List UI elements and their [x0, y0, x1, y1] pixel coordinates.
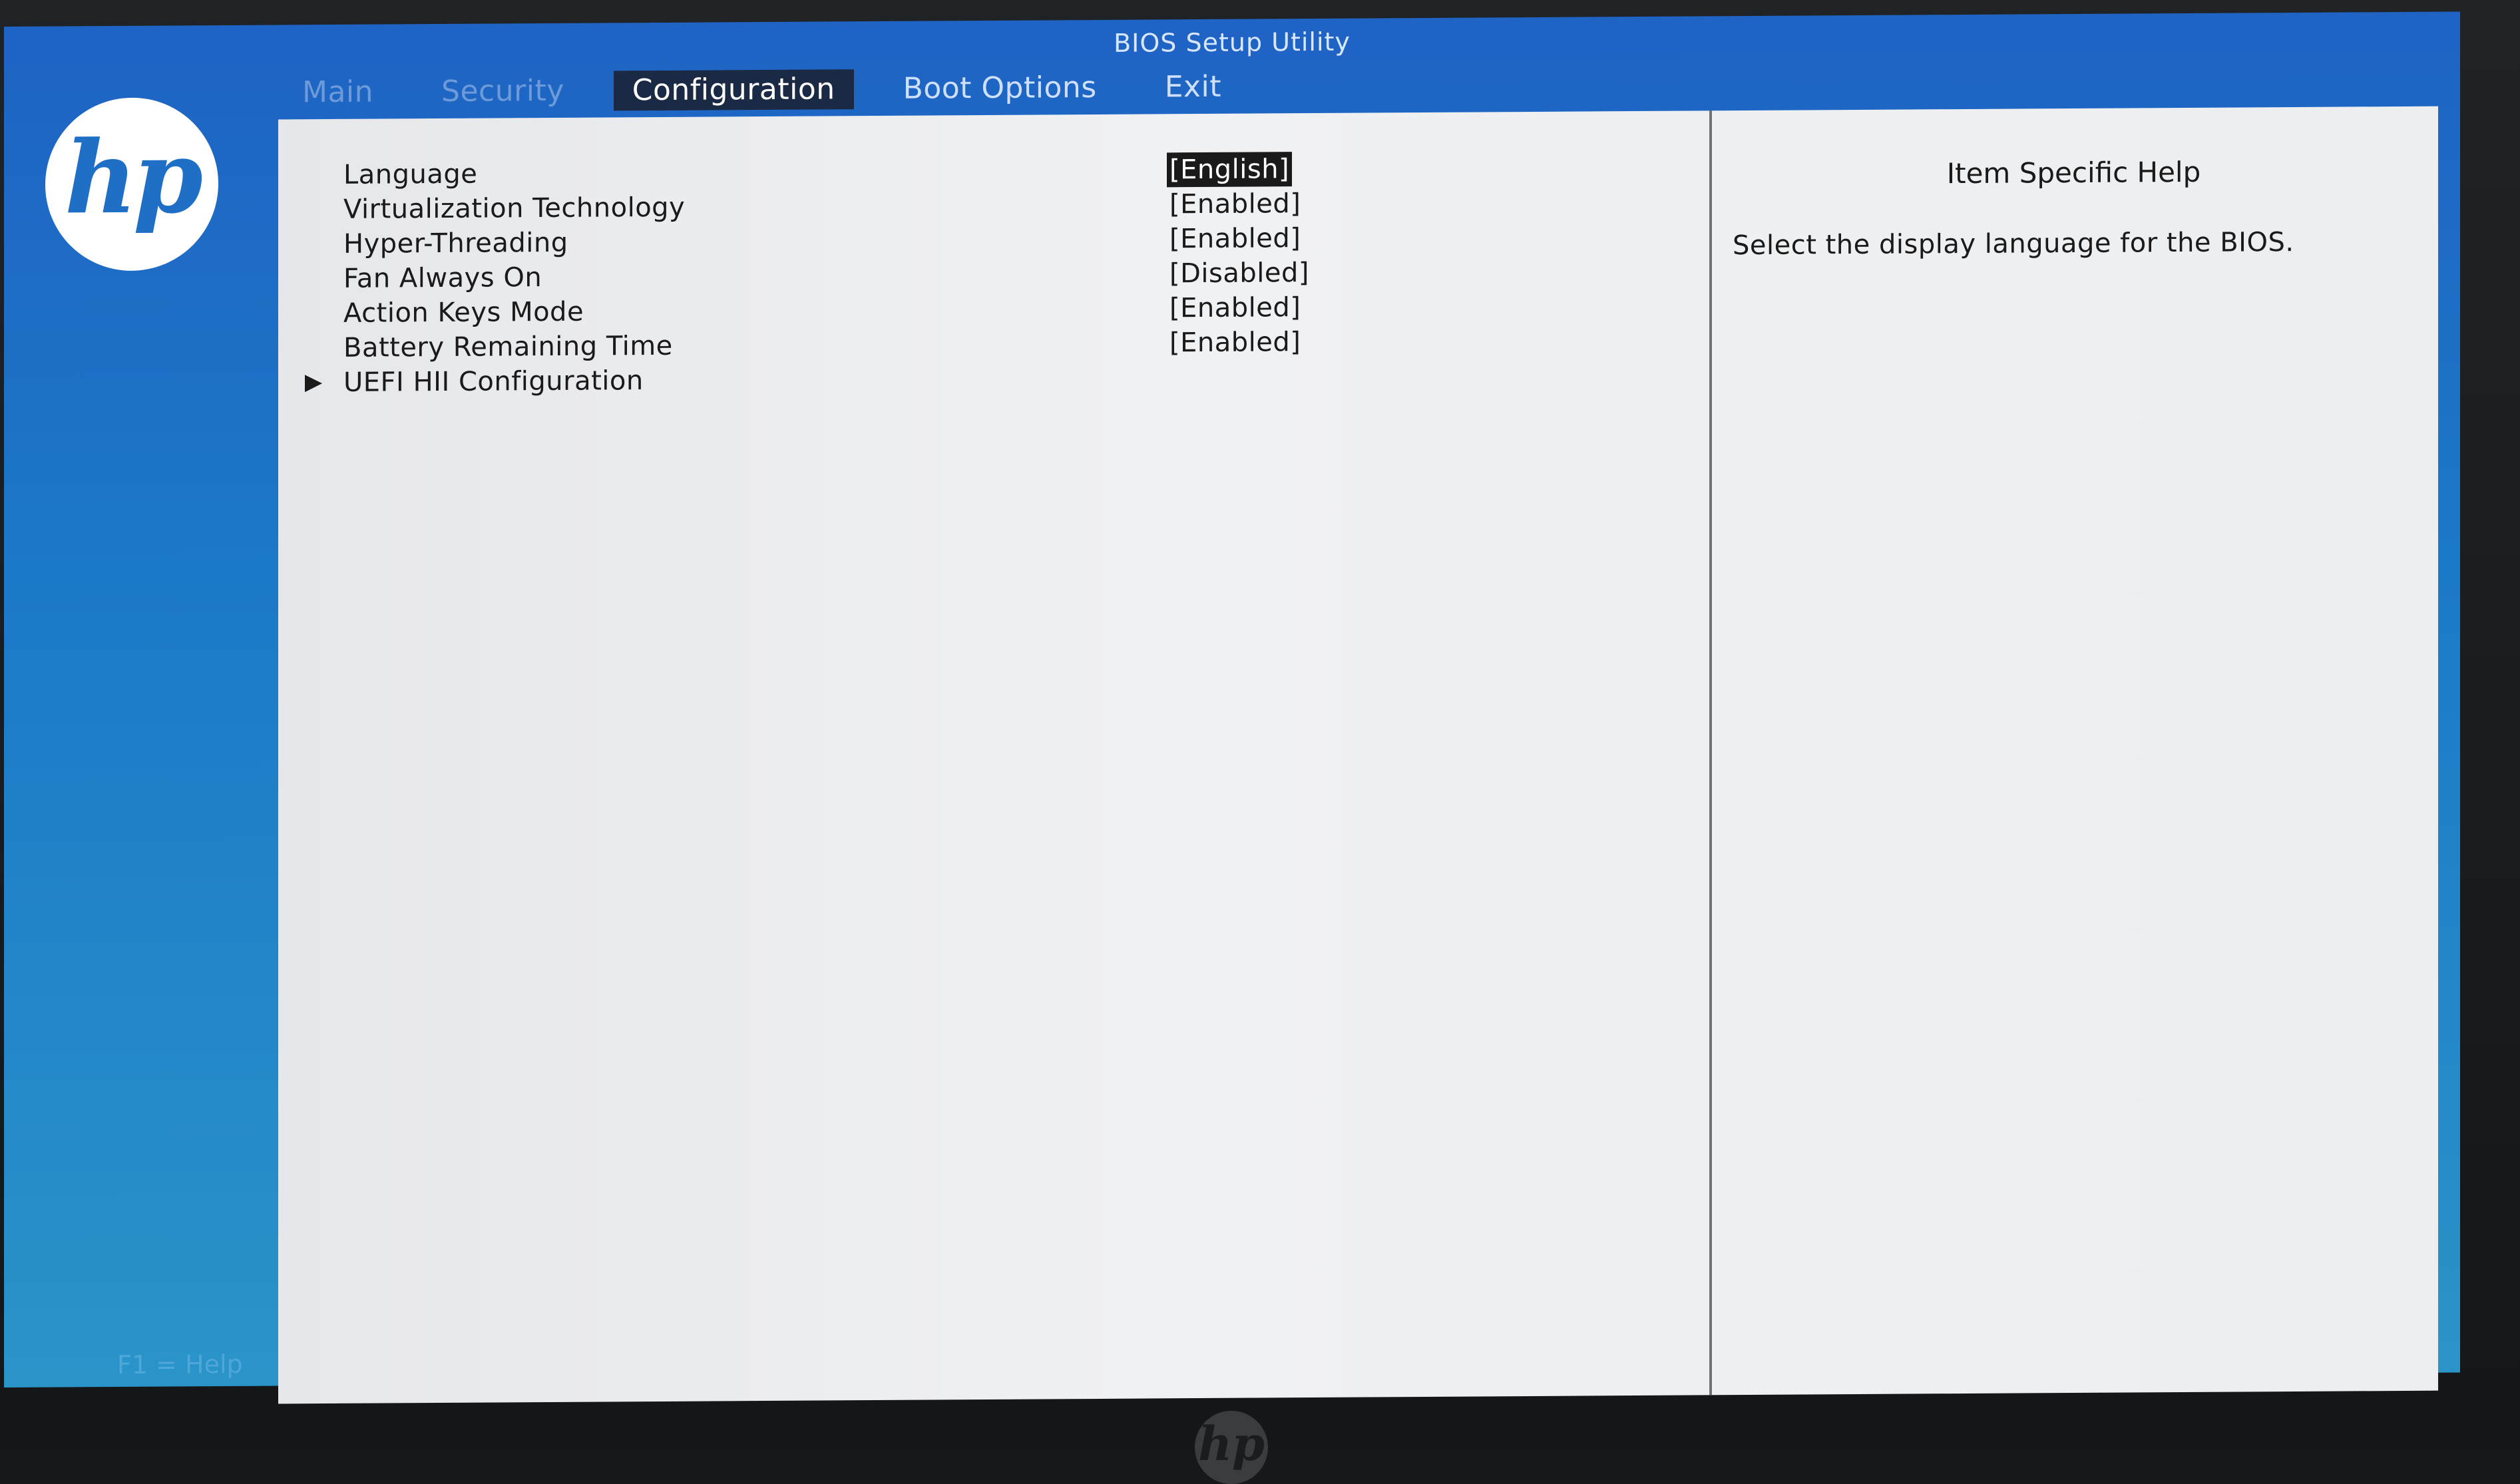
menu-tabs: Main Security Configuration Boot Options…	[284, 60, 1271, 119]
setting-label: Action Keys Mode	[343, 296, 584, 329]
help-key-hint: F1 = Help	[117, 1349, 243, 1380]
setting-label: Battery Remaining Time	[343, 330, 673, 363]
help-text: Select the display language for the BIOS…	[1733, 226, 2294, 262]
setting-value[interactable]: [Enabled]	[1167, 221, 1303, 256]
help-title: Item Specific Help	[1946, 155, 2201, 190]
setting-value[interactable]: [Enabled]	[1167, 186, 1303, 222]
setting-value[interactable]: [Enabled]	[1167, 325, 1303, 360]
panel-divider	[1709, 110, 1712, 1395]
setting-label: Virtualization Technology	[343, 192, 686, 225]
settings-list: Language [English] Virtualization Techno…	[305, 151, 1370, 400]
submenu-uefi-hii-configuration[interactable]: UEFI HII Configuration	[305, 359, 1370, 400]
setting-label: Hyper-Threading	[343, 227, 568, 260]
tab-exit[interactable]: Exit	[1146, 67, 1240, 108]
tab-configuration[interactable]: Configuration	[613, 69, 854, 111]
setting-value[interactable]: [Enabled]	[1167, 290, 1303, 325]
tab-boot-options[interactable]: Boot Options	[885, 68, 1116, 109]
submenu-arrow-icon	[305, 375, 322, 393]
setting-value-selected[interactable]: [English]	[1167, 152, 1293, 188]
bios-screen: BIOS Setup Utility Main Security Configu…	[4, 11, 2460, 1404]
submenu-label: UEFI HII Configuration	[343, 365, 644, 398]
setting-value[interactable]: [Disabled]	[1167, 256, 1312, 291]
tab-main[interactable]: Main	[284, 72, 392, 112]
monitor-bezel: BIOS Setup Utility Main Security Configu…	[0, 0, 2520, 1484]
setting-label: Fan Always On	[343, 262, 542, 294]
hp-logo: hp	[45, 97, 218, 272]
bezel-hp-logo-icon: hp	[1195, 1411, 1268, 1484]
setting-label: Language	[343, 158, 478, 190]
hp-logo-text: hp	[65, 118, 199, 237]
content-panel: Language [English] Virtualization Techno…	[278, 106, 2438, 1404]
tab-security[interactable]: Security	[423, 71, 583, 112]
